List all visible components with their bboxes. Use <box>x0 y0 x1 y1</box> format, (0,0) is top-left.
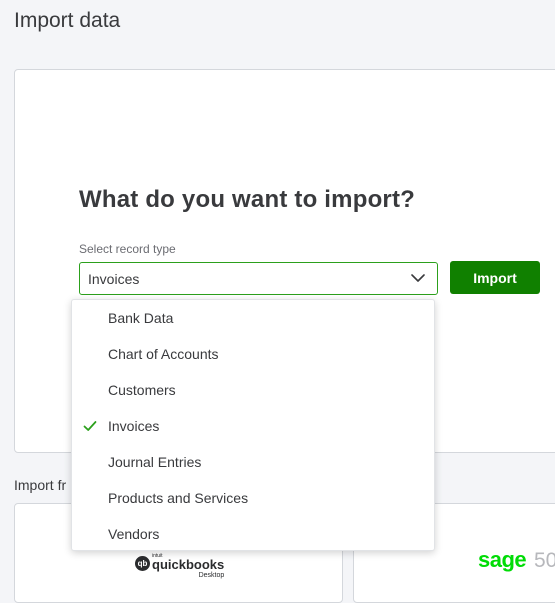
option-label: Journal Entries <box>108 454 202 470</box>
quickbooks-desktop-logo: qb intuit quickbooks Desktop <box>135 554 224 579</box>
option-label: Vendors <box>108 526 160 542</box>
dropdown-option-bank-data[interactable]: Bank Data <box>72 300 434 336</box>
option-label: Products and Services <box>108 490 249 506</box>
option-label: Chart of Accounts <box>108 346 219 362</box>
option-label: Bank Data <box>108 310 174 326</box>
sage-logo: sage <box>478 547 527 572</box>
option-label: Customers <box>108 382 176 398</box>
import-from-label: Import fr <box>14 477 67 493</box>
check-icon <box>83 421 97 431</box>
sage-version-text: 50 <box>534 549 555 572</box>
dropdown-option-journal-entries[interactable]: Journal Entries <box>72 444 434 480</box>
record-type-dropdown: Bank Data Chart of Accounts Customers In… <box>71 299 435 551</box>
record-type-label: Select record type <box>79 242 176 256</box>
qb-desktop-text: Desktop <box>198 572 225 579</box>
qb-word-text: quickbooks <box>152 557 225 572</box>
import-button[interactable]: Import <box>450 261 540 294</box>
import-heading: What do you want to import? <box>79 186 416 213</box>
dropdown-option-chart-of-accounts[interactable]: Chart of Accounts <box>72 336 434 372</box>
dropdown-option-customers[interactable]: Customers <box>72 372 434 408</box>
option-label: Invoices <box>108 418 160 434</box>
dropdown-option-vendors[interactable]: Vendors <box>72 516 434 552</box>
dropdown-option-invoices[interactable]: Invoices <box>72 408 434 444</box>
dropdown-option-products-and-services[interactable]: Products and Services <box>72 480 434 516</box>
qb-badge-icon: qb <box>135 556 150 571</box>
record-type-value: Invoices <box>88 270 140 287</box>
record-type-select[interactable]: Invoices <box>79 262 438 295</box>
page-title: Import data <box>14 9 121 32</box>
chevron-down-icon <box>411 274 425 282</box>
